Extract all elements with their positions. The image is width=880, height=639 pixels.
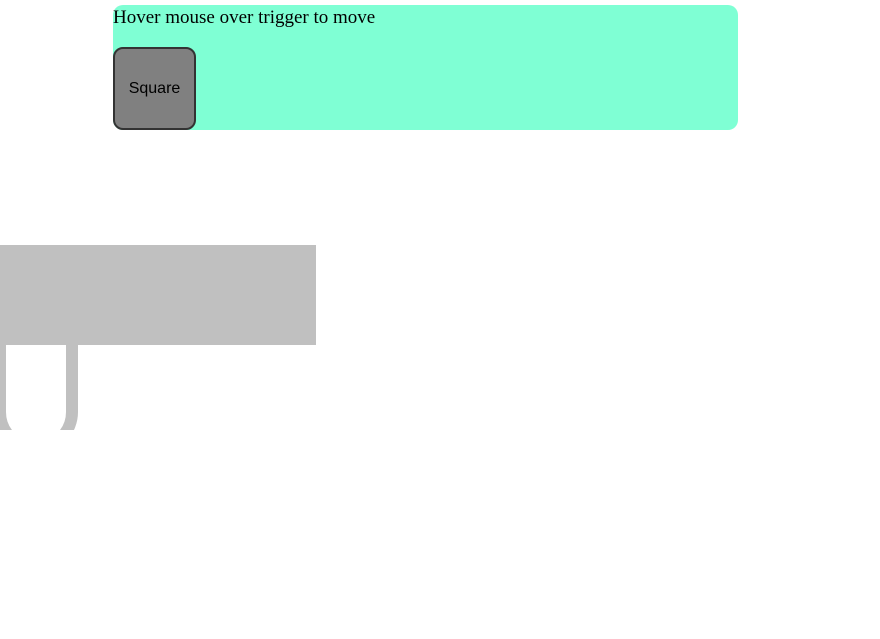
square-button[interactable]: Square <box>113 47 196 130</box>
trigger-panel[interactable]: Hover mouse over trigger to move Square <box>113 5 738 130</box>
gray-rectangle-shape <box>0 245 316 345</box>
gray-hook-shape <box>0 340 78 430</box>
trigger-instruction: Hover mouse over trigger to move <box>113 7 376 28</box>
